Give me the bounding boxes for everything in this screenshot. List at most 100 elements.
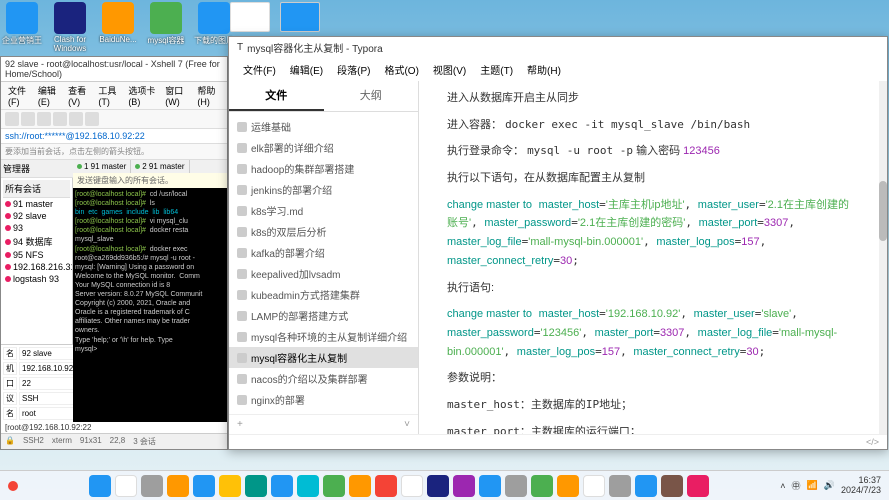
desktop-icon[interactable]: Clash for Windows	[50, 2, 90, 53]
menu-edit[interactable]: 编辑(E)	[35, 84, 63, 107]
toolbar-button[interactable]	[21, 112, 35, 126]
taskbar-app[interactable]	[453, 475, 475, 497]
clock[interactable]: 16:37 2024/7/23	[841, 476, 881, 496]
menu-window[interactable]: 窗口(W)	[162, 84, 192, 107]
session-item[interactable]: logstash 93	[3, 273, 70, 285]
file-list-item[interactable]: hadoop的集群部署搭建	[229, 158, 418, 179]
typora-sidebar: 文件 大纲 运维基础elk部署的详细介绍hadoop的集群部署搭建jenkins…	[229, 81, 419, 434]
taskbar-app[interactable]	[479, 475, 501, 497]
taskbar-app[interactable]	[375, 475, 397, 497]
file-list-item[interactable]: nacos的介绍以及集群部署	[229, 368, 418, 389]
taskbar-app[interactable]	[349, 475, 371, 497]
tray-chevron-icon[interactable]: ˄	[780, 481, 785, 491]
toolbar-button[interactable]	[5, 112, 19, 126]
taskbar-app[interactable]	[635, 475, 657, 497]
file-icon[interactable]	[230, 2, 270, 32]
file-list-item[interactable]: LAMP的部署搭建方式	[229, 305, 418, 326]
taskbar-app[interactable]	[323, 475, 345, 497]
chevron-down-icon[interactable]: ˅	[404, 419, 410, 430]
taskbar-app[interactable]	[167, 475, 189, 497]
editor-content[interactable]: 进入从数据库开启主从同步 进入容器： docker exec -it mysql…	[419, 81, 879, 434]
status-lock-icon: 🔒	[5, 436, 15, 447]
menu-tools[interactable]: 工具(T)	[95, 84, 123, 107]
file-list-item[interactable]: k8s学习.md	[229, 200, 418, 221]
file-list-item[interactable]: 运维基础	[229, 116, 418, 137]
taskbar-app[interactable]	[557, 475, 579, 497]
desktop-icon[interactable]: 企业营销王	[2, 2, 42, 53]
taskbar-app[interactable]	[505, 475, 527, 497]
taskbar-app[interactable]	[687, 475, 709, 497]
content-line: 执行登录命令： mysql -u root -p 输入密码 123456	[447, 142, 851, 161]
taskbar: ˄ ㊥ 📶 🔊 16:37 2024/7/23	[0, 470, 889, 500]
taskbar-app[interactable]	[219, 475, 241, 497]
menu-tab[interactable]: 选项卡(B)	[125, 84, 160, 107]
session-item[interactable]: 92 slave	[3, 210, 70, 222]
notification-icon[interactable]	[8, 481, 18, 491]
session-item[interactable]: 192.168.216.31	[3, 261, 70, 273]
file-list-item[interactable]: k8s的双层后分析	[229, 221, 418, 242]
footer-addr: [root@192.168.10.92:22	[1, 422, 227, 433]
file-list-item[interactable]: keepalived加lvsadm	[229, 263, 418, 284]
menu-view[interactable]: 查看(V)	[65, 84, 93, 107]
param-desc: master_port：主数据库的运行端口；	[447, 423, 851, 434]
file-list-item[interactable]: elk部署的详细介绍	[229, 137, 418, 158]
file-icon[interactable]	[280, 2, 320, 32]
xshell-address[interactable]: ssh://root:******@192.168.10.92:22	[1, 129, 227, 144]
session-item[interactable]: 95 NFS	[3, 249, 70, 261]
menu-edit[interactable]: 编辑(E)	[284, 60, 329, 79]
task-view-button[interactable]	[141, 475, 163, 497]
xshell-sidebar: 管理器 所有会话 91 master 92 slave 93 94 数据库 95…	[1, 160, 73, 422]
taskbar-app[interactable]	[531, 475, 553, 497]
toolbar-button[interactable]	[85, 112, 99, 126]
tray-volume-icon[interactable]: 🔊	[824, 480, 835, 491]
taskbar-app[interactable]	[661, 475, 683, 497]
menu-view[interactable]: 视图(V)	[427, 60, 472, 79]
toolbar-button[interactable]	[53, 112, 67, 126]
file-list-item[interactable]: nginx的部署	[229, 389, 418, 410]
menu-theme[interactable]: 主题(T)	[474, 60, 519, 79]
file-list-item[interactable]: kubeadmin方式搭建集群	[229, 284, 418, 305]
app-icon: T	[237, 42, 243, 53]
menu-paragraph[interactable]: 段落(P)	[331, 60, 376, 79]
file-list-item[interactable]: mysql各种环境的主从复制详细介绍	[229, 326, 418, 347]
scrollbar-thumb[interactable]	[879, 181, 887, 241]
xshell-hint: 要添加当前会话，点击左侧的箭头按钮。	[1, 144, 227, 160]
session-item[interactable]: 91 master	[3, 198, 70, 210]
menu-help[interactable]: 帮助(H)	[521, 60, 567, 79]
taskbar-app[interactable]	[271, 475, 293, 497]
tray-ime-icon[interactable]: ㊥	[792, 479, 801, 492]
desktop-icon[interactable]: BaiduNe...	[98, 2, 138, 53]
sidebar-tab-outline[interactable]: 大纲	[324, 81, 419, 111]
file-list-item[interactable]: mysql容器化主从复制	[229, 347, 418, 368]
tray-wifi-icon[interactable]: 📶	[807, 480, 818, 491]
search-button[interactable]	[115, 475, 137, 497]
typora-titlebar: T mysql容器化主从复制 - Typora	[229, 37, 887, 58]
taskbar-app[interactable]	[609, 475, 631, 497]
file-list-item[interactable]: jenkins的部署介绍	[229, 179, 418, 200]
toolbar-button[interactable]	[37, 112, 51, 126]
terminal-output[interactable]: [root@localhost local]# cd /usr/local[ro…	[73, 188, 227, 422]
add-file-button[interactable]: +	[237, 419, 243, 430]
taskbar-app[interactable]	[193, 475, 215, 497]
sidebar-tab-file[interactable]: 文件	[229, 81, 324, 111]
file-list-item[interactable]: kafka的部署介绍	[229, 242, 418, 263]
session-item[interactable]: 93	[3, 222, 70, 234]
menu-format[interactable]: 格式(O)	[378, 60, 424, 79]
terminal-tab[interactable]: 2 91 master	[131, 160, 189, 173]
desktop-icon[interactable]: mysql容器	[146, 2, 186, 53]
taskbar-app[interactable]	[245, 475, 267, 497]
start-button[interactable]	[89, 475, 111, 497]
xshell-window: 92 slave - root@localhost:usr/local - Xs…	[0, 56, 228, 450]
toolbar-button[interactable]	[69, 112, 83, 126]
menu-help[interactable]: 帮助(H)	[194, 84, 223, 107]
taskbar-app[interactable]	[427, 475, 449, 497]
source-mode-button[interactable]: </>	[866, 437, 879, 447]
menu-file[interactable]: 文件(F)	[237, 60, 282, 79]
taskbar-app[interactable]	[401, 475, 423, 497]
session-item[interactable]: 94 数据库	[3, 234, 70, 249]
taskbar-app[interactable]	[583, 475, 605, 497]
taskbar-app[interactable]	[297, 475, 319, 497]
scrollbar[interactable]	[879, 81, 887, 434]
terminal-tab[interactable]: 1 91 master	[73, 160, 131, 173]
menu-file[interactable]: 文件(F)	[5, 84, 33, 107]
